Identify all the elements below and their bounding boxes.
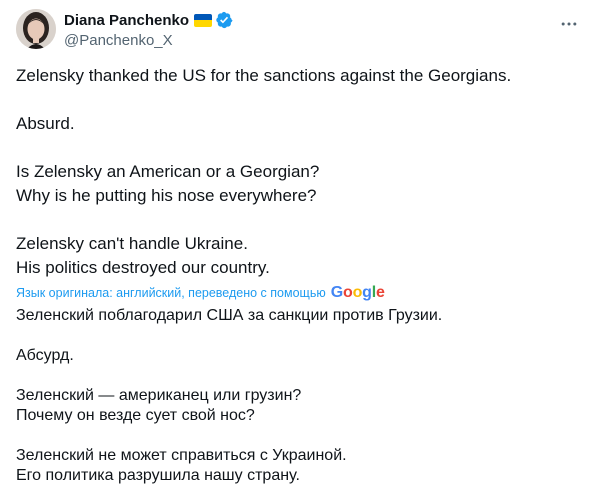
flag-bottom-stripe (194, 20, 213, 27)
translated-paragraph: Зеленский — американец или грузин? Почем… (16, 386, 583, 426)
translated-line: Зеленский — американец или грузин? (16, 387, 302, 404)
google-letter: o (342, 284, 353, 301)
tweet-line: Absurd. (16, 114, 75, 133)
verified-badge-icon[interactable] (215, 11, 233, 29)
translation-attribution[interactable]: Язык оригинала: английский, переведено с… (16, 282, 385, 304)
tweet-paragraph: Zelensky thanked the US for the sanction… (16, 64, 583, 88)
translation-label[interactable]: Язык оригинала: английский, переведено с… (16, 286, 326, 300)
translated-line: Абсурд. (16, 347, 74, 364)
google-letter: e (375, 284, 385, 301)
more-horizontal-icon[interactable] (557, 12, 581, 36)
tweet-paragraph: Absurd. (16, 112, 583, 136)
tweet-line: Why is he putting his nose everywhere? (16, 186, 317, 205)
translated-line: Его политика разрушила нашу страну. (16, 467, 300, 484)
google-letter: G (330, 284, 343, 301)
translated-paragraph: Абсурд. (16, 346, 583, 366)
google-letter: g (362, 284, 372, 301)
display-name[interactable]: Diana Panchenko (64, 12, 189, 29)
name-row: Diana Panchenko (64, 10, 233, 30)
author-handle[interactable]: @Panchenko_X (64, 32, 233, 49)
translated-line: Зеленский не может справиться с Украиной… (16, 447, 347, 464)
author-names: Diana Panchenko @Panchenko_X (64, 10, 233, 49)
google-logo: Google (331, 284, 385, 302)
tweet-paragraph: Zelensky can't handle Ukraine. His polit… (16, 232, 583, 280)
google-letter: o (352, 284, 363, 301)
tweet[interactable]: Diana Panchenko @Panchenko_X Zelensky th… (0, 0, 599, 504)
translated-paragraph: Зеленский поблагодарил США за санкции пр… (16, 306, 583, 326)
avatar-image (16, 9, 56, 49)
translated-line: Зеленский поблагодарил США за санкции пр… (16, 307, 443, 324)
translated-line: Почему он везде сует свой нос? (16, 407, 255, 424)
tweet-text: Zelensky thanked the US for the sanction… (16, 64, 583, 304)
tweet-line: Zelensky can't handle Ukraine. (16, 234, 248, 253)
translated-paragraph: Зеленский не может справиться с Украиной… (16, 446, 583, 486)
avatar[interactable] (16, 9, 56, 49)
tweet-line: His politics destroyed our country. (16, 258, 270, 277)
tweet-line: Zelensky thanked the US for the sanction… (16, 66, 512, 85)
tweet-line: Is Zelensky an American or a Georgian? (16, 162, 320, 181)
translated-text: Зеленский поблагодарил США за санкции пр… (16, 306, 583, 504)
ukraine-flag-icon (194, 13, 213, 27)
tweet-paragraph: Is Zelensky an American or a Georgian? W… (16, 160, 583, 208)
tweet-header: Diana Panchenko @Panchenko_X (16, 8, 589, 52)
